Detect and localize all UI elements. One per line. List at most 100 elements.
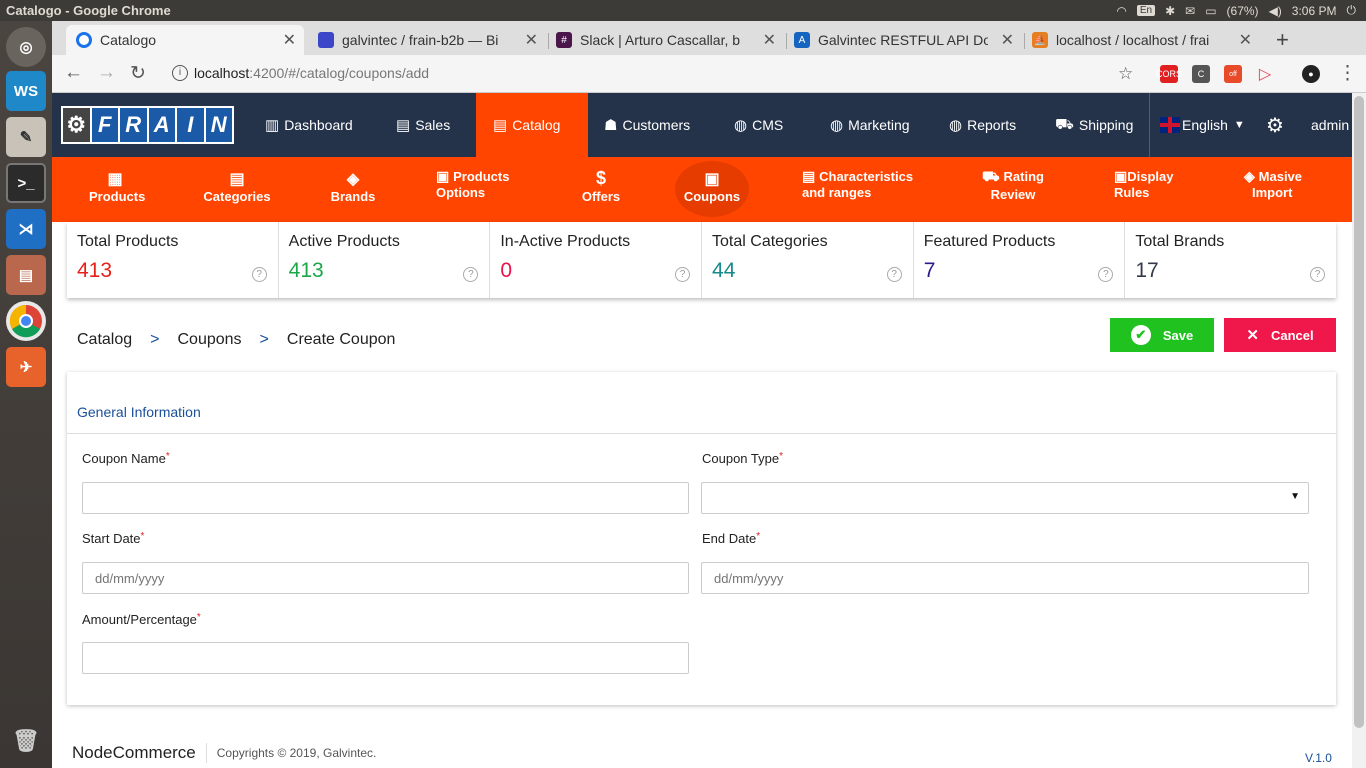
stat-total-brands: Total Brands 17 ? <box>1125 222 1336 298</box>
nav-shipping[interactable]: ⛟ Shipping <box>1055 93 1133 157</box>
subnav-products-options[interactable]: ▣ Products Options <box>436 157 518 222</box>
forward-icon[interactable]: → <box>97 62 116 84</box>
mail-icon[interactable]: ✉ <box>1185 4 1195 18</box>
language-label: English <box>1182 117 1228 133</box>
back-icon[interactable]: ← <box>64 62 83 84</box>
label-text: Amount/Percentage <box>82 612 197 627</box>
chrome-icon[interactable] <box>6 301 46 341</box>
subnav-label: Masive <box>1258 169 1303 184</box>
nav-catalog[interactable]: ▤ Catalog <box>476 93 588 157</box>
coupon-type-select[interactable]: ▼ <box>701 482 1309 514</box>
nav-cms[interactable]: ◍ CMS <box>734 93 783 157</box>
nav-label: Marketing <box>848 117 910 133</box>
volume-icon[interactable]: ◀) <box>1269 4 1282 18</box>
cors-extension-icon[interactable]: CORS <box>1156 65 1182 83</box>
terminal-icon[interactable]: >_ <box>6 163 46 203</box>
cast-icon[interactable]: ▷ <box>1256 65 1274 83</box>
archive-icon[interactable]: ▤ <box>6 255 46 295</box>
tab-phpmyadmin[interactable]: ⛵ localhost / localhost / frai ✕ <box>1022 25 1260 55</box>
username: admin <box>1311 117 1350 133</box>
tab-bitbucket[interactable]: galvintec / frain-b2b — Bi ✕ <box>308 25 546 55</box>
breadcrumb-separator: > <box>150 331 160 348</box>
nav-customers[interactable]: ☗ Customers <box>604 93 690 157</box>
menu-icon[interactable]: ⋮ <box>1338 62 1357 85</box>
profile-avatar[interactable]: ● <box>1302 65 1320 83</box>
required-mark: * <box>756 531 761 542</box>
ubuntu-dash-icon[interactable]: ◎ <box>6 27 46 67</box>
subnav-offers[interactable]: $ Offers <box>577 157 625 222</box>
stat-value: 7 <box>923 259 936 282</box>
stat-value: 413 <box>77 259 113 282</box>
close-icon[interactable]: ✕ <box>763 30 776 50</box>
browser-tabbar: Catalogo ✕ galvintec / frain-b2b — Bi ✕ … <box>52 21 1366 55</box>
shipping-icon: ⛟ <box>1055 115 1074 133</box>
tab-slack[interactable]: # Slack | Arturo Cascallar, b ✕ <box>546 25 784 55</box>
help-icon[interactable]: ? <box>251 267 267 282</box>
url-field[interactable]: localhost:4200/#/catalog/coupons/add <box>194 65 429 81</box>
logo-letter: A <box>148 108 175 142</box>
help-icon[interactable]: ? <box>886 267 902 282</box>
breadcrumb-catalog[interactable]: Catalog <box>77 331 132 349</box>
amount-input[interactable] <box>82 642 689 674</box>
close-icon[interactable]: ✕ <box>525 30 538 50</box>
battery-icon[interactable]: ▭ <box>1205 4 1216 18</box>
language-selector[interactable]: English ▼ <box>1160 93 1245 157</box>
cancel-button[interactable]: ✕ Cancel <box>1224 318 1336 352</box>
postman-icon[interactable]: ✈ <box>6 347 46 387</box>
tab-api-docs[interactable]: A Galvintec RESTFUL API Do ✕ <box>784 25 1022 55</box>
subnav-rating-review[interactable]: ⛟ Rating Review <box>982 157 1044 222</box>
close-icon[interactable]: ✕ <box>283 30 296 50</box>
site-info-icon[interactable]: i <box>172 65 188 81</box>
close-icon[interactable]: ✕ <box>1001 30 1014 50</box>
slack-icon: # <box>556 32 572 48</box>
close-icon[interactable]: ✕ <box>1239 30 1252 50</box>
subnav-coupons[interactable]: ▣ Coupons <box>675 161 749 217</box>
nav-divider <box>1149 93 1150 157</box>
subnav-brands[interactable]: ◈ Brands <box>328 157 378 222</box>
subnav-masive-import[interactable]: ◈ Masive Import <box>1244 157 1314 222</box>
subnav-categories[interactable]: ▤ Categories <box>202 157 272 222</box>
label-text: Coupon Name <box>82 451 166 466</box>
end-date-input[interactable] <box>701 562 1309 594</box>
subnav-products[interactable]: ▦ Products <box>89 157 145 222</box>
keyboard-layout[interactable]: En <box>1136 5 1156 16</box>
scrollbar-thumb[interactable] <box>1354 96 1364 728</box>
wifi-icon[interactable]: ◠ <box>1116 4 1126 18</box>
coupon-name-input[interactable] <box>82 482 689 514</box>
gear-icon <box>76 32 92 48</box>
new-tab-icon[interactable]: + <box>1276 27 1289 53</box>
app-root: ⚙ F R A I N ▥ Dashboard ▤ Sales ▤ Catalog ☗… <box>52 93 1352 768</box>
start-date-input[interactable] <box>82 562 689 594</box>
nav-sales[interactable]: ▤ Sales <box>396 93 450 157</box>
nav-dashboard[interactable]: ▥ Dashboard <box>265 93 353 157</box>
user-menu[interactable]: admin <box>1311 93 1349 157</box>
bookmark-star-icon[interactable]: ☆ <box>1118 64 1133 84</box>
subnav-display-rules[interactable]: ▣Display Rules <box>1114 157 1182 222</box>
frain-logo[interactable]: ⚙ F R A I N <box>61 106 234 144</box>
help-icon[interactable]: ? <box>1310 267 1326 282</box>
nav-marketing[interactable]: ◍ Marketing <box>830 93 910 157</box>
settings-gear-icon[interactable]: ⚙ <box>1266 93 1284 157</box>
clock[interactable]: 3:06 PM <box>1292 4 1337 18</box>
subnav-characteristics[interactable]: ▤ Characteristics and ranges <box>802 157 917 222</box>
trash-icon[interactable]: 🗑 <box>6 721 46 761</box>
tab-label: Galvintec RESTFUL API Do <box>818 32 988 48</box>
webstorm-icon[interactable]: WS <box>6 71 46 111</box>
end-date-label: End Date* <box>702 531 760 546</box>
page-scrollbar[interactable] <box>1352 93 1366 768</box>
save-button[interactable]: ✔ Save <box>1110 318 1214 352</box>
tab-catalogo[interactable]: Catalogo ✕ <box>66 25 304 55</box>
clear-cache-icon[interactable]: C <box>1192 65 1210 83</box>
help-icon[interactable]: ? <box>675 267 691 282</box>
breadcrumb-coupons[interactable]: Coupons <box>178 331 242 349</box>
bluetooth-icon[interactable]: ✱ <box>1165 4 1175 18</box>
tab-label: localhost / localhost / frai <box>1056 32 1210 48</box>
nav-reports[interactable]: ◍ Reports <box>949 93 1016 157</box>
vscode-icon[interactable]: ⋊ <box>6 209 46 249</box>
power-icon[interactable]: ⏻ <box>1347 3 1357 18</box>
reload-icon[interactable]: ↻ <box>130 62 146 85</box>
extension-off-icon[interactable]: off <box>1224 65 1242 83</box>
text-editor-icon[interactable]: ✎ <box>6 117 46 157</box>
products-icon: ▦ <box>107 171 123 188</box>
stat-inactive-products: In-Active Products 0 ? <box>490 222 703 298</box>
